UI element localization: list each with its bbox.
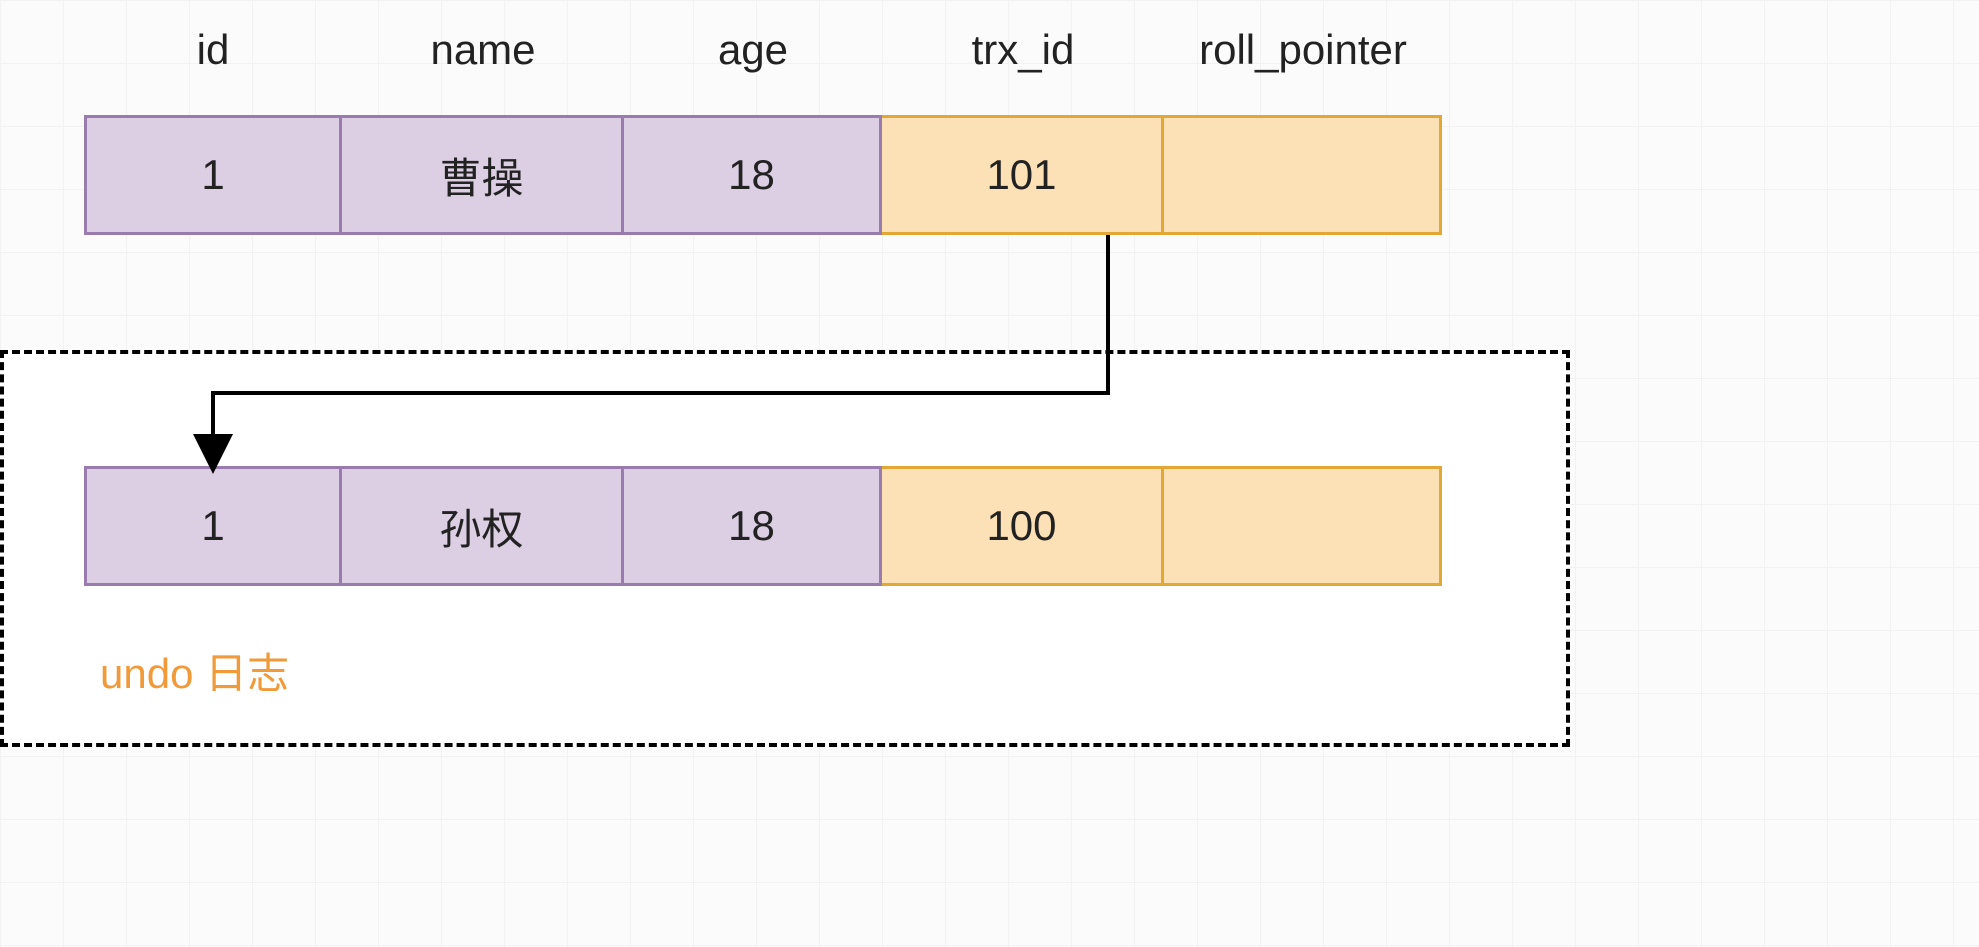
header-age: age [624,10,882,90]
header-trx-id: trx_id [882,10,1164,90]
header-id: id [84,10,342,90]
column-headers: id name age trx_id roll_pointer [84,10,1442,90]
cell-undo-name: 孙权 [342,466,624,586]
cell-undo-trx-id: 100 [882,466,1164,586]
undo-log-label: undo 日志 [100,640,289,701]
cell-current-trx-id: 101 [882,115,1164,235]
cell-undo-id: 1 [84,466,342,586]
cell-current-id: 1 [84,115,342,235]
undo-record-row: 1 孙权 18 100 [84,466,1442,586]
cell-undo-age: 18 [624,466,882,586]
cell-undo-roll-pointer [1164,466,1442,586]
cell-current-age: 18 [624,115,882,235]
current-record-row: 1 曹操 18 101 [84,115,1442,235]
header-roll-pointer: roll_pointer [1164,10,1442,90]
header-name: name [342,10,624,90]
cell-current-name: 曹操 [342,115,624,235]
mvcc-undo-diagram: id name age trx_id roll_pointer 1 曹操 18 … [0,0,1979,947]
cell-current-roll-pointer [1164,115,1442,235]
